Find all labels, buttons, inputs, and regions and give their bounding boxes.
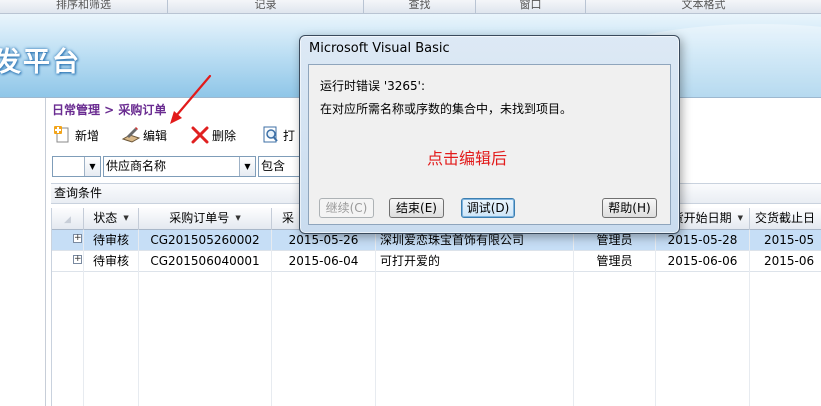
ribbon-group-records: 记录: [168, 0, 364, 14]
row-indicator[interactable]: +: [52, 251, 84, 271]
column-header-end-date[interactable]: 交货截止日: [750, 208, 821, 230]
annotation-arrow: [170, 74, 212, 124]
column-header-start-date-label: 货开始日期: [671, 211, 732, 225]
sort-arrow-icon: ▼: [737, 214, 743, 222]
column-header-status[interactable]: 状态 ▼: [84, 208, 139, 230]
grid-line: [83, 230, 84, 406]
ribbon-group-window: 窗口: [476, 0, 586, 14]
continue-button[interactable]: 继续(C): [319, 198, 374, 218]
ribbon-group-sort-filter: 排序和筛选: [0, 0, 168, 14]
cell-date: 2015-06-04: [272, 251, 376, 271]
filter-operator-value: 包含: [261, 159, 286, 173]
filter-combo-1[interactable]: ▼: [52, 156, 101, 177]
grid-line: [749, 230, 750, 406]
cell-start-date: 2015-06-06: [656, 251, 750, 271]
grid-line: [271, 230, 272, 406]
chevron-down-icon[interactable]: ▼: [84, 157, 100, 176]
cell-order-no: CG201506040001: [139, 251, 272, 271]
column-header-status-label: 状态: [93, 211, 118, 225]
left-nav-panel: [0, 98, 46, 406]
grid-line: [138, 230, 139, 406]
grid-line: [375, 230, 376, 406]
column-header-order-no-label: 采购订单号: [169, 211, 230, 225]
cell-end-date: 2015-06: [764, 254, 815, 268]
debug-button[interactable]: 调试(D): [461, 198, 515, 218]
help-button[interactable]: 帮助(H): [602, 198, 657, 218]
end-button[interactable]: 结束(E): [389, 198, 444, 218]
ribbon-group-find: 查找: [364, 0, 476, 14]
add-button-label: 新增: [75, 128, 100, 143]
expand-icon[interactable]: +: [73, 255, 82, 264]
dialog-title: Microsoft Visual Basic: [309, 41, 450, 56]
filter-field-select[interactable]: 供应商名称 ▼: [103, 156, 256, 177]
print-button[interactable]: 打: [261, 124, 295, 146]
filter-field-value: 供应商名称: [106, 159, 167, 173]
row-indicator[interactable]: +: [52, 230, 84, 250]
grid-line: [655, 230, 656, 406]
cell-supplier: 可打开爱的: [376, 251, 574, 271]
ribbon-group-text-format: 文本格式: [681, 0, 726, 11]
add-icon: [53, 125, 73, 145]
chevron-down-icon[interactable]: ▼: [239, 157, 255, 176]
orders-grid: ◢ 状态 ▼ 采购订单号 ▼ 采 货开始日期 ▼ 交货截止日 + 待审核 CG2015…: [51, 208, 821, 406]
cell-status: 待审核: [84, 230, 139, 250]
expand-icon[interactable]: +: [73, 234, 82, 243]
cell-operator: 管理员: [574, 251, 656, 271]
query-conditions-label: 查询条件: [54, 186, 103, 200]
print-preview-icon: [261, 125, 281, 145]
sort-arrow-icon: ▼: [235, 214, 241, 222]
dialog-error-message: 在对应所需名称或序数的集合中，未找到项目。: [320, 102, 573, 116]
column-header-date-label: 采: [282, 211, 295, 225]
vb-error-dialog: Microsoft Visual Basic 运行时错误 '3265': 在对应…: [299, 35, 680, 234]
grid-line: [573, 230, 574, 406]
ribbon-group-labels: 排序和筛选 记录 查找 窗口 文本格式: [0, 0, 821, 14]
sort-arrow-icon: ▼: [123, 214, 129, 222]
column-header-order-no[interactable]: 采购订单号 ▼: [139, 208, 272, 230]
grid-corner[interactable]: ◢: [52, 208, 84, 230]
annotation-text: 点击编辑后: [427, 149, 508, 168]
dialog-body: 运行时错误 '3265': 在对应所需名称或序数的集合中，未找到项目。 点击编辑…: [308, 64, 671, 225]
edit-icon: [121, 125, 141, 145]
add-button[interactable]: 新增: [53, 124, 99, 146]
cell-order-no: CG201505260002: [139, 230, 272, 250]
cell-status: 待审核: [84, 251, 139, 271]
cell-end-date: 2015-05: [764, 233, 815, 247]
print-button-label: 打: [283, 128, 296, 143]
banner-title: 发平台: [0, 47, 81, 78]
table-row[interactable]: + 待审核 CG201506040001 2015-06-04 可打开爱的 管理…: [52, 251, 821, 272]
column-header-end-date-label: 交货截止日: [755, 211, 816, 225]
dialog-error-code: 运行时错误 '3265':: [320, 79, 425, 93]
